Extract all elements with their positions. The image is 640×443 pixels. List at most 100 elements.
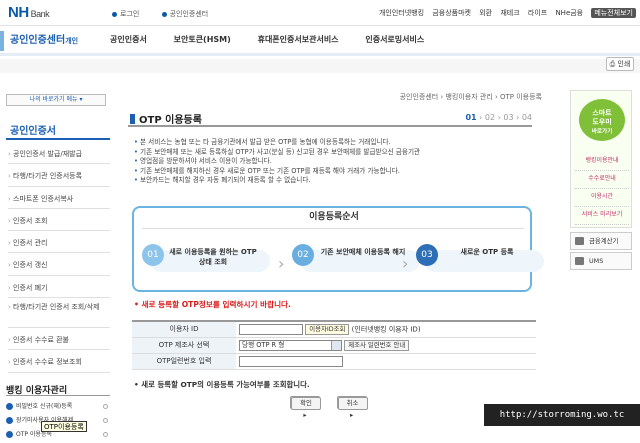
breadcrumb: 공인인증센터 › 뱅킹이용자 관리 › OTP 이용등록	[399, 93, 542, 101]
quick-menu-button[interactable]: 나의 바로가기 메뉴 ▾	[6, 94, 106, 106]
notice-item-cont: 영업점을 방문하셔야 서비스 이용이 가능합니다.	[134, 157, 534, 167]
otp-form: 이용자 ID 이용자ID조회 (인터넷뱅킹 이용자 ID) OTP 제조사 선택…	[132, 320, 536, 370]
divider	[128, 125, 532, 127]
smart-item-guide[interactable]: 뱅킹이용안내	[575, 153, 629, 171]
product-market-link[interactable]: 금융상품마켓	[432, 9, 471, 17]
gnb-menu: 공인인증서 보안토큰(HSM) 휴대폰인증서보관서비스 인증서로밍서비스	[110, 34, 448, 45]
sidebar-item-other-register[interactable]: 타행/타기관 인증서등록	[8, 164, 110, 187]
all-menu-button[interactable]: 메뉴전체보기	[591, 8, 636, 18]
bullet-icon	[6, 417, 13, 424]
tooltip: OTP이용등록	[41, 421, 87, 432]
cancel-button[interactable]: 취소 ▸	[336, 396, 368, 419]
cert-center-brand[interactable]: 공인인증센터개인	[0, 31, 84, 51]
notice-item: 본 서비스는 농협 또는 타 금융기관에서 발급 받은 OTP를 농협에 이용등…	[134, 138, 534, 148]
form-title: • 새로 등록할 OTP정보를 입력하시기 바랍니다.	[134, 300, 291, 309]
sidebar-item-smartphone-copy[interactable]: 스마트폰 인증서복사	[8, 187, 110, 209]
bullet-icon	[112, 11, 117, 17]
smart-item-preview[interactable]: 서비스 미리보기	[575, 207, 629, 225]
login-link[interactable]: 로그인	[112, 10, 149, 18]
notice-item: 보안카드는 해지할 경우 자동 폐기되어 재등록 할 수 없습니다.	[134, 176, 534, 186]
step-indicator: 01 › 02 › 03 › 04	[465, 113, 532, 122]
serial-label: OTP일련번호 입력	[132, 353, 236, 370]
sidebar-item-revoke[interactable]: 인증서 폐기	[8, 276, 110, 299]
step-text: 기존 보안매체 이용등록 해지	[320, 248, 406, 256]
step-number: 02	[292, 244, 314, 266]
user-id-cell: 이용자ID조회 (인터넷뱅킹 이용자 ID)	[236, 321, 536, 338]
form-row: OTP 제조사 선택 당행 OTP R 형 제조사 일련번호 안내	[132, 337, 536, 354]
gnb-item-mobile-storage[interactable]: 휴대폰인증서보관서비스	[258, 35, 339, 44]
calculator-button[interactable]: 금융계산기	[570, 232, 632, 250]
sidebar-item-lookup[interactable]: 인증서 조회	[8, 209, 110, 232]
form-note: • 새로 등록할 OTP의 이용등록 가능여부를 조회합니다.	[134, 380, 310, 389]
circle-icon	[103, 418, 108, 423]
smart-item-hours[interactable]: 이용시간	[575, 189, 629, 207]
sidebar-item-fee-refund[interactable]: 인증서 수수료 환불	[8, 328, 110, 351]
circle-icon	[103, 432, 108, 437]
sidebar-title: 공인인증서	[10, 126, 56, 137]
smart-item-fee[interactable]: 수수료안내	[575, 171, 629, 189]
gnb-item-hsm[interactable]: 보안토큰(HSM)	[174, 35, 231, 44]
bullet-icon	[6, 431, 13, 438]
right-column: 스마트 도우미 바로가기 뱅킹이용안내 수수료안내 이용시간 서비스 미리보기 금융…	[570, 90, 632, 443]
print-button[interactable]: ⎙ 인쇄	[606, 57, 634, 71]
maker-cell: 당행 OTP R 형 제조사 일련번호 안내	[236, 337, 536, 354]
notice-list: 본 서비스는 농협 또는 타 금융기관에서 발급 받은 OTP를 농협에 이용등…	[134, 138, 534, 186]
action-buttons: 확인 ▸ 취소 ▸	[290, 396, 381, 419]
divider	[142, 228, 524, 229]
user-id-hint: (인터넷뱅킹 이용자 ID)	[351, 325, 421, 334]
watermark-text: http://storroming.wo.tc	[484, 404, 640, 426]
sidebar: 나의 바로가기 메뉴 ▾ 공인인증서 공인인증서 발급/재발급 타행/타기관 인…	[0, 90, 114, 443]
top-right-links: 개인인터넷뱅킹 금융상품마켓 외환 재테크 라이프 NHe금융 메뉴전체보기	[373, 8, 636, 18]
chevron-right-icon: ›	[278, 254, 285, 273]
forex-link[interactable]: 외환	[479, 9, 492, 17]
process-step-3: 03 새로운 OTP 등록	[416, 242, 544, 280]
bullet-icon	[6, 403, 13, 410]
step-number: 01	[142, 244, 164, 266]
ums-button[interactable]: UMS	[570, 252, 632, 270]
serial-guide-button[interactable]: 제조사 일련번호 안내	[344, 339, 410, 351]
sidebar-item-issue[interactable]: 공인인증서 발급/재발급	[8, 142, 110, 165]
process-step-1: 01 새로 이용등록을 원하는 OTP 상태 조회	[142, 242, 272, 280]
gnb-item-roaming[interactable]: 인증서로밍서비스	[365, 35, 424, 44]
smart-helper-badge[interactable]: 스마트 도우미 바로가기	[579, 99, 625, 141]
sidebar-item-renew[interactable]: 인증서 갱신	[8, 253, 110, 276]
process-step-2: 02 기존 보안매체 이용등록 해지	[292, 242, 420, 280]
calculator-icon	[575, 237, 584, 245]
serial-input[interactable]	[239, 355, 343, 367]
confirm-button[interactable]: 확인 ▸	[290, 396, 321, 419]
sidebar-item-other-lookup[interactable]: 타행/타기관 인증서 조회/삭제	[8, 298, 110, 329]
page-title: OTP 이용등록	[130, 111, 202, 126]
ums-icon	[575, 257, 584, 265]
maker-label: OTP 제조사 선택	[132, 337, 236, 354]
utility-bar	[0, 59, 640, 73]
process-title: 이용등록순서	[264, 208, 404, 224]
personal-banking-link[interactable]: 개인인터넷뱅킹	[379, 9, 424, 17]
user-id-lookup-button[interactable]: 이용자ID조회	[305, 323, 350, 335]
bullet-icon	[161, 11, 167, 17]
sidebar-menu: 공인인증서 발급/재발급 타행/타기관 인증서등록 스마트폰 인증서복사 인증서…	[8, 142, 110, 373]
step-text: 새로운 OTP 등록	[460, 248, 514, 256]
main-content: 공인인증센터 › 뱅킹이용자 관리 › OTP 이용등록 OTP 이용등록 01…	[118, 90, 544, 443]
form-row: OTP일련번호 입력	[132, 353, 536, 370]
cert-center-link[interactable]: 공인인증센터	[161, 10, 219, 18]
nh-bank-logo[interactable]: NH Bank	[8, 4, 50, 21]
step-number: 03	[416, 244, 438, 266]
global-nav: 공인인증센터개인 공인인증서 보안토큰(HSM) 휴대폰인증서보관서비스 인증서…	[0, 26, 640, 56]
sidebar-item-fee-info[interactable]: 인증서 수수료 정보조회	[8, 350, 110, 373]
step-text: 새로 이용등록을 원하는 OTP 상태 조회	[169, 248, 257, 266]
process-box: 이용등록순서 01 새로 이용등록을 원하는 OTP 상태 조회 › 02 기존…	[132, 206, 544, 292]
maker-select[interactable]: 당행 OTP R 형	[239, 339, 342, 351]
circle-icon	[103, 404, 108, 409]
user-id-label: 이용자 ID	[132, 321, 236, 338]
user-id-input[interactable]	[239, 323, 303, 335]
smart-helper-box: 스마트 도우미 바로가기 뱅킹이용안내 수수료안내 이용시간 서비스 미리보기	[570, 90, 632, 228]
life-link[interactable]: 라이프	[528, 9, 547, 17]
sidebar-item-manage[interactable]: 인증서 관리	[8, 231, 110, 254]
smart-helper-menu: 뱅킹이용안내 수수료안내 이용시간 서비스 미리보기	[575, 153, 629, 225]
form-row: 이용자 ID 이용자ID조회 (인터넷뱅킹 이용자 ID)	[132, 321, 536, 338]
finance-tech-link[interactable]: 재테크	[500, 9, 519, 17]
nhe-finance-link[interactable]: NHe금융	[555, 9, 583, 17]
gnb-item-certificate[interactable]: 공인인증서	[110, 35, 147, 44]
sidebar-item-password[interactable]: 비밀번호 신규(재)등록	[6, 401, 110, 415]
notice-item: 기존 보안매체 또는 새로 등록하실 OTP가 사고(분실 등) 신고된 경우 …	[134, 148, 534, 158]
